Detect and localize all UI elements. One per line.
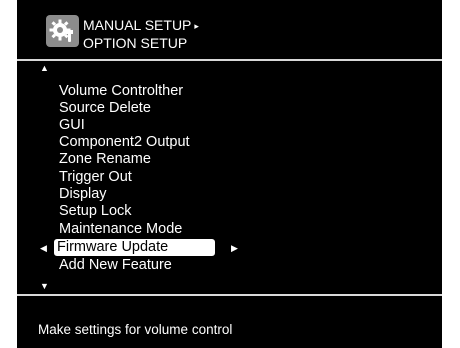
menu-item-firmware-update[interactable]: Firmware Update <box>54 239 215 256</box>
menu-item-volume-control[interactable]: Volume Controlther <box>57 83 185 100</box>
breadcrumb-arrow-icon: ▸ <box>194 21 199 31</box>
osd-screen: MANUAL SETUP ▸ OPTION SETUP ▲ Volume Cont… <box>17 0 442 348</box>
header: MANUAL SETUP ▸ OPTION SETUP <box>17 0 442 60</box>
selection-left-arrow-icon: ◀ <box>40 243 47 253</box>
top-divider <box>17 59 442 61</box>
breadcrumb: MANUAL SETUP ▸ <box>83 17 199 34</box>
scroll-down-icon[interactable]: ▼ <box>40 281 49 291</box>
selection-right-arrow-icon: ▶ <box>231 243 238 253</box>
menu-item-add-new-feature[interactable]: Add New Feature <box>57 257 174 274</box>
menu-item-setup-lock[interactable]: Setup Lock <box>57 203 134 220</box>
menu-item-source-delete[interactable]: Source Delete <box>57 100 153 117</box>
menu-item-component2-output[interactable]: Component2 Output <box>57 134 192 151</box>
gear-wrench-icon <box>46 15 79 47</box>
menu-item-gui[interactable]: GUI <box>57 117 87 134</box>
menu-item-maintenance-mode[interactable]: Maintenance Mode <box>57 221 184 238</box>
menu-item-display[interactable]: Display <box>57 186 109 203</box>
status-description: Make settings for volume control <box>38 322 233 337</box>
menu-item-trigger-out[interactable]: Trigger Out <box>57 169 134 186</box>
scroll-up-icon[interactable]: ▲ <box>40 63 49 73</box>
page-title: OPTION SETUP <box>83 35 188 51</box>
breadcrumb-parent: MANUAL SETUP <box>83 17 192 33</box>
bottom-divider <box>17 294 442 296</box>
menu-item-zone-rename[interactable]: Zone Rename <box>57 151 153 168</box>
